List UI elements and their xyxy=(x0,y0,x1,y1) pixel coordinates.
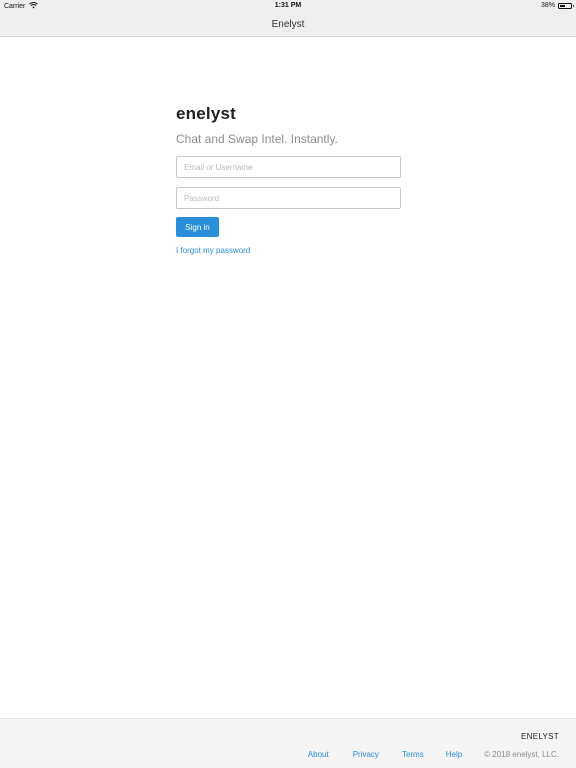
copyright-text: © 2018 enelyst, LLC. xyxy=(484,750,559,759)
sign-in-button[interactable]: Sign in xyxy=(176,217,219,237)
username-input[interactable] xyxy=(176,156,401,178)
brand-title: enelyst xyxy=(176,104,236,123)
footer-link-about[interactable]: About xyxy=(308,750,329,759)
login-form: enelyst Chat and Swap Intel. Instantly. … xyxy=(176,104,401,255)
footer: ENELYST About Privacy Terms Help © 2018 … xyxy=(0,718,576,768)
password-input[interactable] xyxy=(176,187,401,209)
footer-brand: ENELYST xyxy=(521,732,559,741)
battery-percent: 38% xyxy=(540,2,555,9)
forgot-password-link[interactable]: I forgot my password xyxy=(176,246,401,255)
status-time: 1:31 PM xyxy=(274,2,302,9)
status-right: 38% xyxy=(540,2,574,9)
footer-link-privacy[interactable]: Privacy xyxy=(353,750,379,759)
nav-bar: Enelyst xyxy=(0,12,576,37)
footer-link-help[interactable]: Help xyxy=(446,750,462,759)
tagline: Chat and Swap Intel. Instantly. xyxy=(176,132,338,146)
battery-icon xyxy=(558,2,574,9)
battery-fill xyxy=(560,4,565,7)
footer-link-terms[interactable]: Terms xyxy=(402,750,424,759)
screen: Carrier 1:31 PM 38% Enelyst enelyst Chat… xyxy=(0,0,576,768)
status-bar: Carrier 1:31 PM 38% xyxy=(0,0,576,12)
footer-links: About Privacy Terms Help © 2018 enelyst,… xyxy=(308,750,559,759)
nav-title: Enelyst xyxy=(271,18,305,30)
